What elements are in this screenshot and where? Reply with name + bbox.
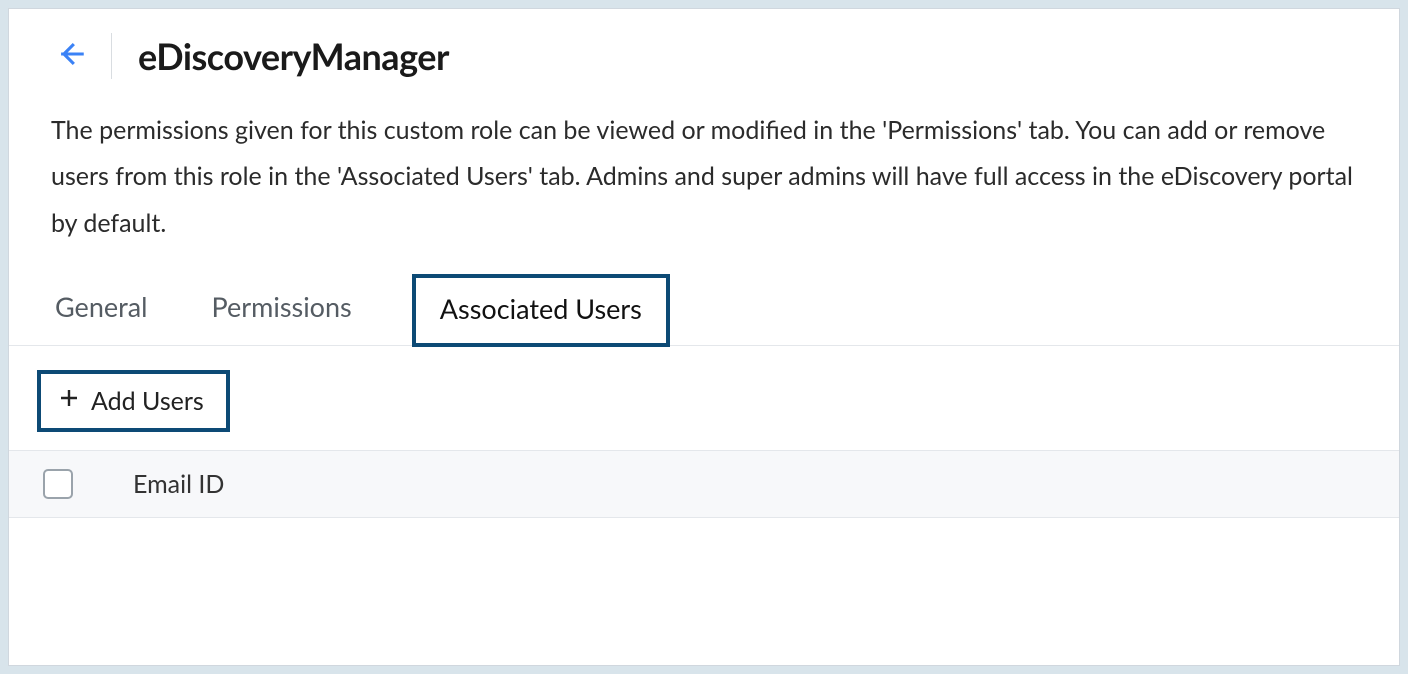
back-button[interactable] xyxy=(49,34,93,78)
tabs: General Permissions Associated Users xyxy=(9,252,1399,346)
divider xyxy=(111,33,112,79)
page-title: eDiscoveryManager xyxy=(138,34,449,78)
add-users-label: Add Users xyxy=(91,386,204,416)
plus-icon xyxy=(57,386,81,416)
tab-general[interactable]: General xyxy=(51,280,152,345)
role-description: The permissions given for this custom ro… xyxy=(9,89,1399,252)
column-email-id: Email ID xyxy=(133,469,224,499)
add-users-button[interactable]: Add Users xyxy=(37,370,230,432)
select-all-checkbox[interactable] xyxy=(43,469,73,499)
arrow-left-icon xyxy=(54,37,88,75)
role-detail-panel: eDiscoveryManager The permissions given … xyxy=(8,8,1400,666)
tab-associated-users[interactable]: Associated Users xyxy=(412,274,670,347)
tab-permissions[interactable]: Permissions xyxy=(208,280,356,345)
table-header-row: Email ID xyxy=(9,450,1399,518)
toolbar: Add Users xyxy=(9,346,1399,450)
header: eDiscoveryManager xyxy=(9,9,1399,89)
